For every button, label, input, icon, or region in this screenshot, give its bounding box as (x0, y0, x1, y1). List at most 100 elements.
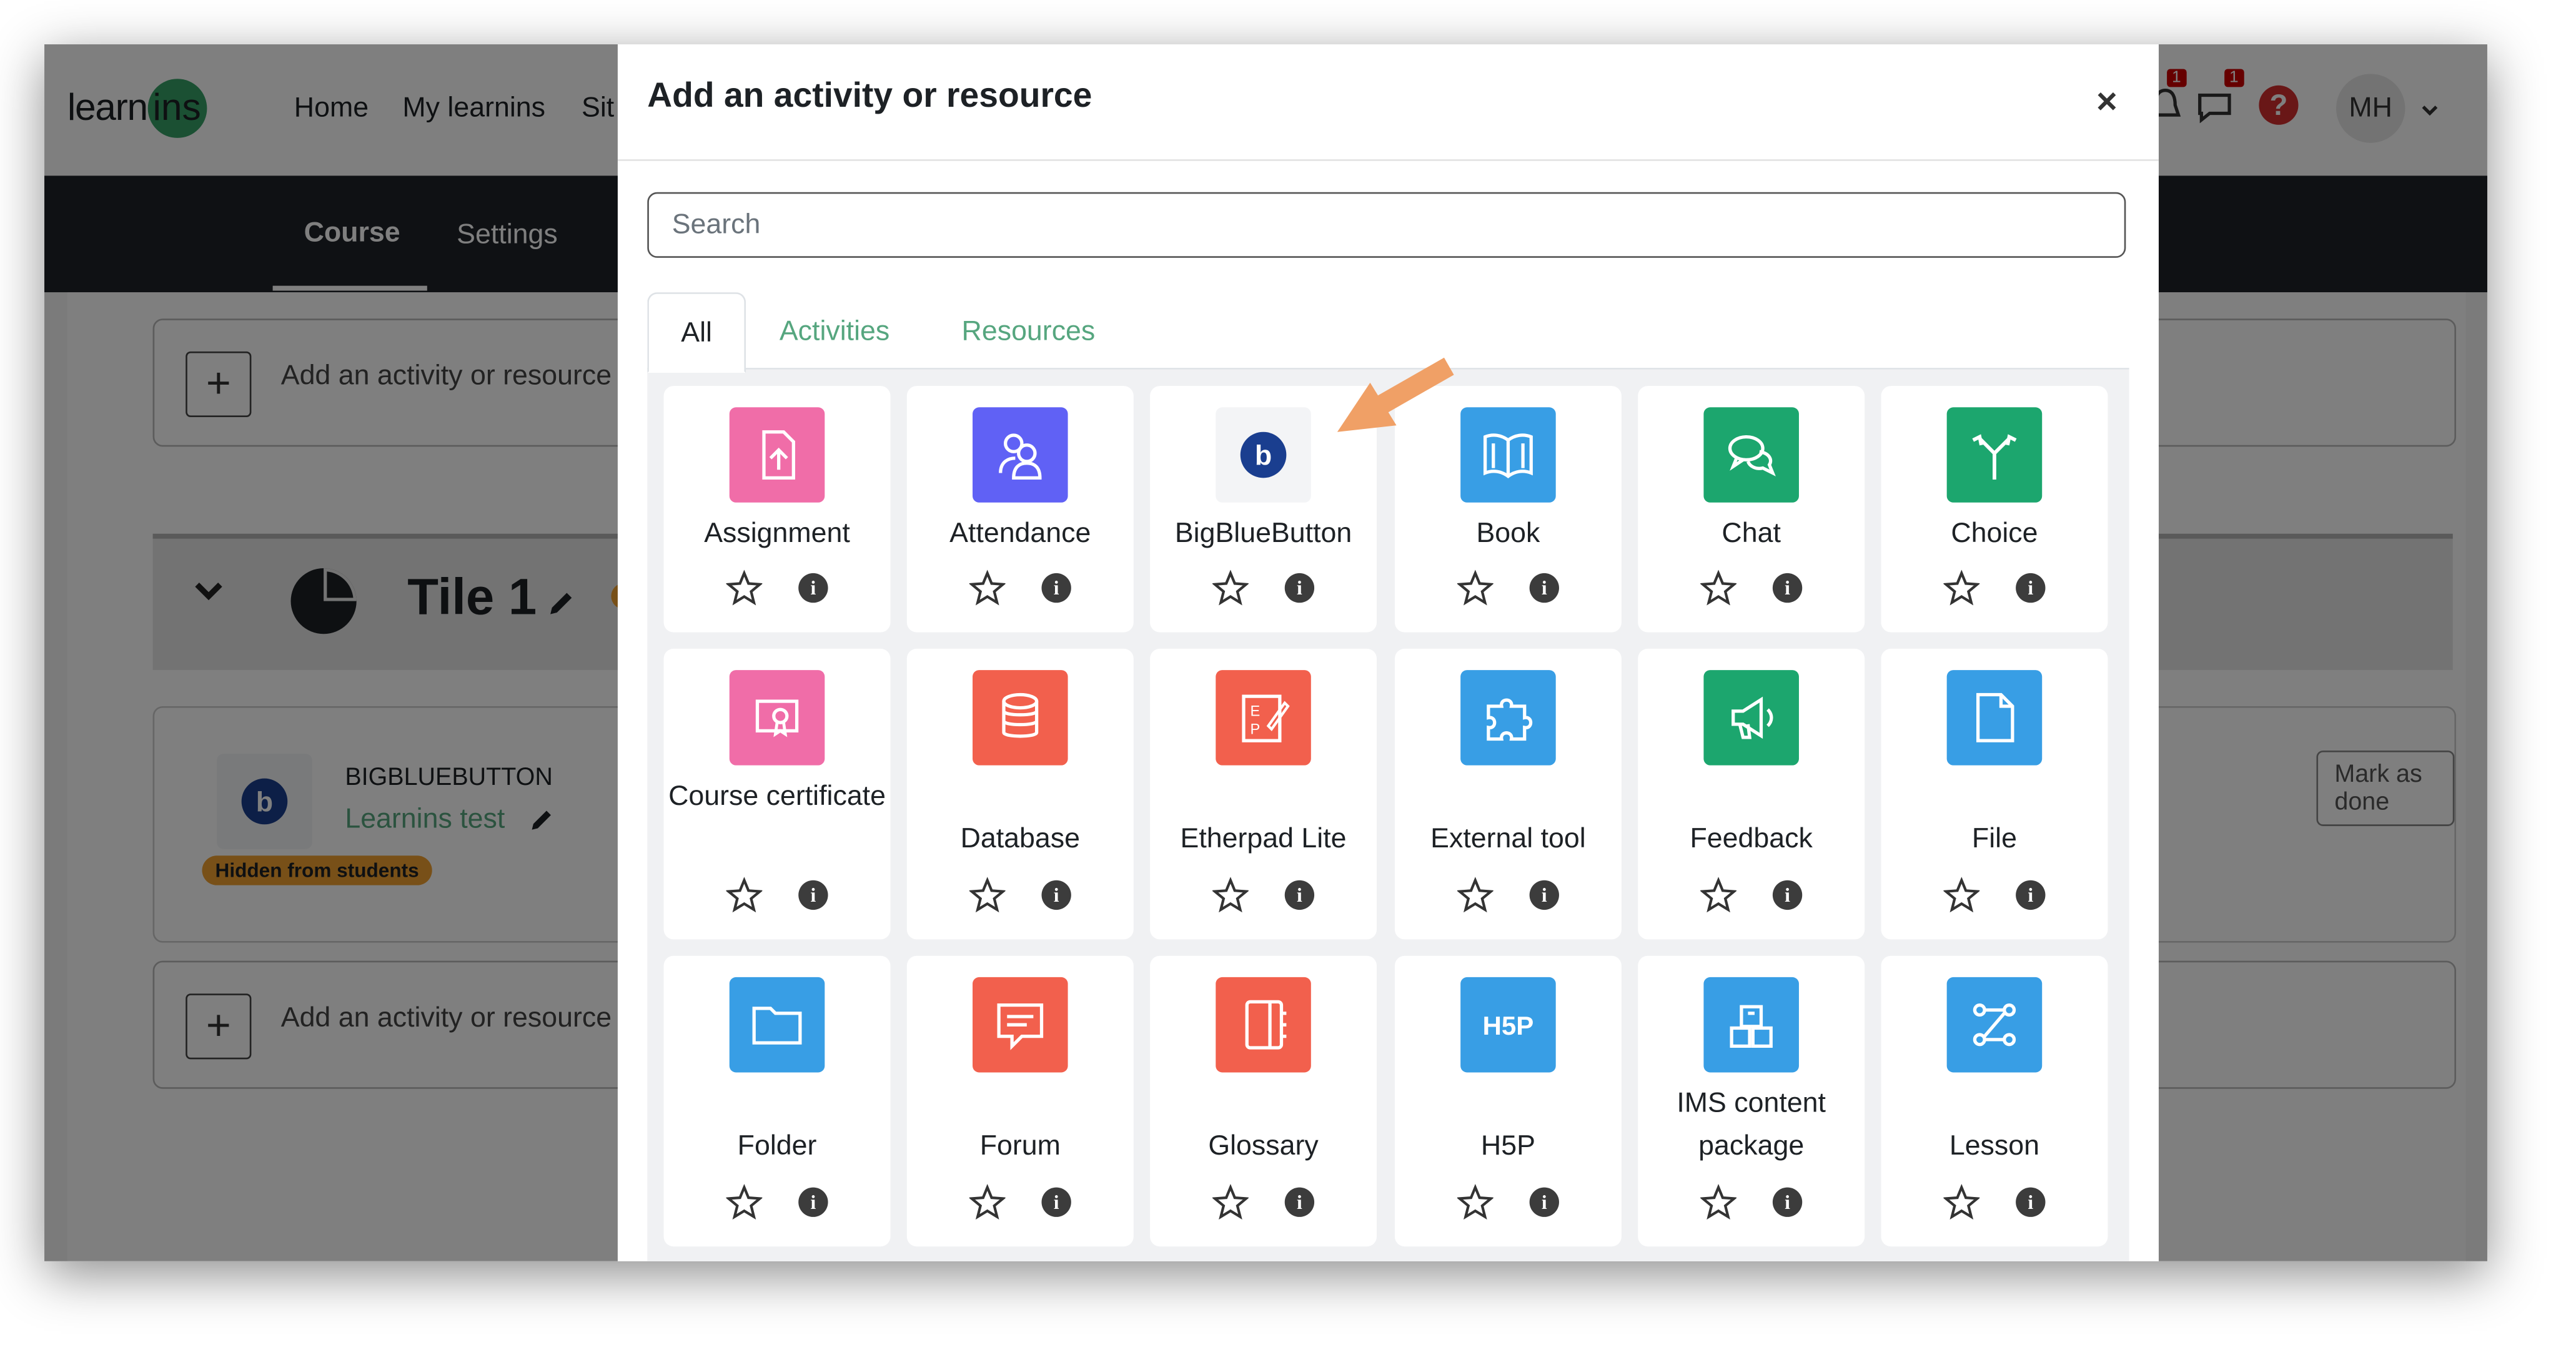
info-icon[interactable]: i (2016, 573, 2046, 603)
info-icon[interactable]: i (1041, 1187, 1071, 1217)
activity-name: BigBlueButton (1174, 517, 1352, 549)
info-icon[interactable]: i (798, 573, 828, 603)
activity-card-external-tool[interactable]: External tool i (1394, 648, 1622, 940)
star-icon[interactable] (1943, 569, 1980, 606)
tab-activities[interactable]: Activities (759, 292, 910, 370)
close-icon[interactable]: × (2096, 81, 2118, 123)
ims-icon (1703, 977, 1799, 1073)
activity-card-glossary[interactable]: Glossary i (1150, 955, 1377, 1247)
activity-name: Folder (737, 1130, 817, 1161)
database-icon (973, 670, 1068, 766)
folder-icon (729, 977, 825, 1073)
search-input[interactable] (647, 192, 2126, 258)
info-icon[interactable]: i (798, 1187, 828, 1217)
choice-icon (1946, 407, 2043, 503)
activity-name: Glossary (1208, 1130, 1319, 1161)
star-icon[interactable] (1943, 1184, 1980, 1220)
activity-card-feedback[interactable]: Feedback i (1638, 648, 1865, 940)
activity-card-assignment[interactable]: Assignment i (663, 386, 891, 633)
activity-name: Choice (1951, 517, 2038, 549)
file-icon (1946, 670, 2043, 766)
info-icon[interactable]: i (1529, 1187, 1559, 1217)
info-icon[interactable]: i (2016, 880, 2046, 910)
annotation-arrow-icon (1337, 357, 1454, 432)
activity-chooser-grid: Assignment i Attendance i b BigBlueButto… (647, 369, 2129, 1261)
star-icon[interactable] (1700, 1184, 1737, 1220)
star-icon[interactable] (969, 1184, 1006, 1220)
activity-card-forum[interactable]: Forum i (906, 955, 1134, 1247)
info-icon[interactable]: i (798, 880, 828, 910)
activity-name: Book (1476, 517, 1540, 549)
star-icon[interactable] (1700, 877, 1737, 913)
modal-header-divider (617, 159, 2159, 161)
etherpad-icon: EP (1216, 670, 1311, 766)
star-icon[interactable] (726, 569, 763, 606)
activity-card-course-certificate[interactable]: Course certificate i (663, 648, 891, 940)
info-icon[interactable]: i (2016, 1187, 2046, 1217)
star-icon[interactable] (969, 877, 1006, 913)
info-icon[interactable]: i (1529, 880, 1559, 910)
activity-card-chat[interactable]: Chat i (1638, 386, 1865, 633)
screenshot-stage: learnins Home My learnins Sit 1 1 ? MH C… (0, 0, 2576, 1350)
h5p-icon: H5P (1460, 977, 1556, 1073)
activity-name: Feedback (1690, 822, 1813, 854)
svg-text:E: E (1251, 704, 1261, 720)
svg-text:P: P (1251, 722, 1261, 738)
activity-name: Attendance (949, 517, 1091, 549)
info-icon[interactable]: i (1772, 880, 1803, 910)
activity-card-file[interactable]: File i (1881, 648, 2108, 940)
activity-card-attendance[interactable]: Attendance i (906, 386, 1134, 633)
info-icon[interactable]: i (1772, 1187, 1803, 1217)
star-icon[interactable] (726, 877, 763, 913)
star-icon[interactable] (1457, 1184, 1494, 1220)
glossary-icon (1216, 977, 1311, 1073)
star-icon[interactable] (1700, 569, 1737, 606)
activity-name: Lesson (1949, 1130, 2040, 1161)
tab-all[interactable]: All (647, 292, 746, 373)
activity-name: File (1971, 822, 2017, 854)
activity-card-etherpad-lite[interactable]: EP Etherpad Lite i (1150, 648, 1377, 940)
forum-icon (973, 977, 1068, 1073)
attendance-icon (973, 407, 1068, 503)
star-icon[interactable] (1212, 1184, 1249, 1220)
star-icon[interactable] (1457, 569, 1494, 606)
bigbluebutton-icon: b (1216, 407, 1311, 503)
star-icon[interactable] (726, 1184, 763, 1220)
star-icon[interactable] (1943, 877, 1980, 913)
info-icon[interactable]: i (1041, 880, 1071, 910)
puzzle-icon (1460, 670, 1556, 766)
info-icon[interactable]: i (1041, 573, 1071, 603)
activity-card-ims-content-package[interactable]: IMS content package i (1638, 955, 1865, 1247)
activity-name: Chat (1721, 517, 1781, 549)
star-icon[interactable] (969, 569, 1006, 606)
activity-name: External tool (1430, 822, 1586, 854)
tab-resources[interactable]: Resources (943, 292, 1114, 370)
lesson-icon (1946, 977, 2043, 1073)
svg-text:b: b (1255, 440, 1272, 471)
info-icon[interactable]: i (1772, 573, 1803, 603)
activity-card-folder[interactable]: Folder i (663, 955, 891, 1247)
activity-card-choice[interactable]: Choice i (1881, 386, 2108, 633)
svg-text:H5P: H5P (1483, 1011, 1534, 1040)
activity-name: Etherpad Lite (1180, 822, 1347, 854)
activity-card-h5p[interactable]: H5P H5P i (1394, 955, 1622, 1247)
activity-name: H5P (1480, 1130, 1535, 1161)
activity-name: Forum (979, 1130, 1061, 1161)
activity-name: Course certificate (668, 780, 886, 812)
megaphone-icon (1703, 670, 1799, 766)
certificate-icon (729, 670, 825, 766)
star-icon[interactable] (1212, 877, 1249, 913)
info-icon[interactable]: i (1284, 573, 1315, 603)
chat-icon (1703, 407, 1799, 503)
activity-name: Assignment (704, 517, 850, 549)
star-icon[interactable] (1212, 569, 1249, 606)
book-icon (1460, 407, 1556, 503)
activity-card-database[interactable]: Database i (906, 648, 1134, 940)
activity-name: IMS content package (1677, 1087, 1826, 1161)
add-activity-modal: Add an activity or resource × All Activi… (617, 44, 2159, 1261)
info-icon[interactable]: i (1529, 573, 1559, 603)
star-icon[interactable] (1457, 877, 1494, 913)
activity-card-lesson[interactable]: Lesson i (1881, 955, 2108, 1247)
info-icon[interactable]: i (1284, 1187, 1315, 1217)
info-icon[interactable]: i (1284, 880, 1315, 910)
